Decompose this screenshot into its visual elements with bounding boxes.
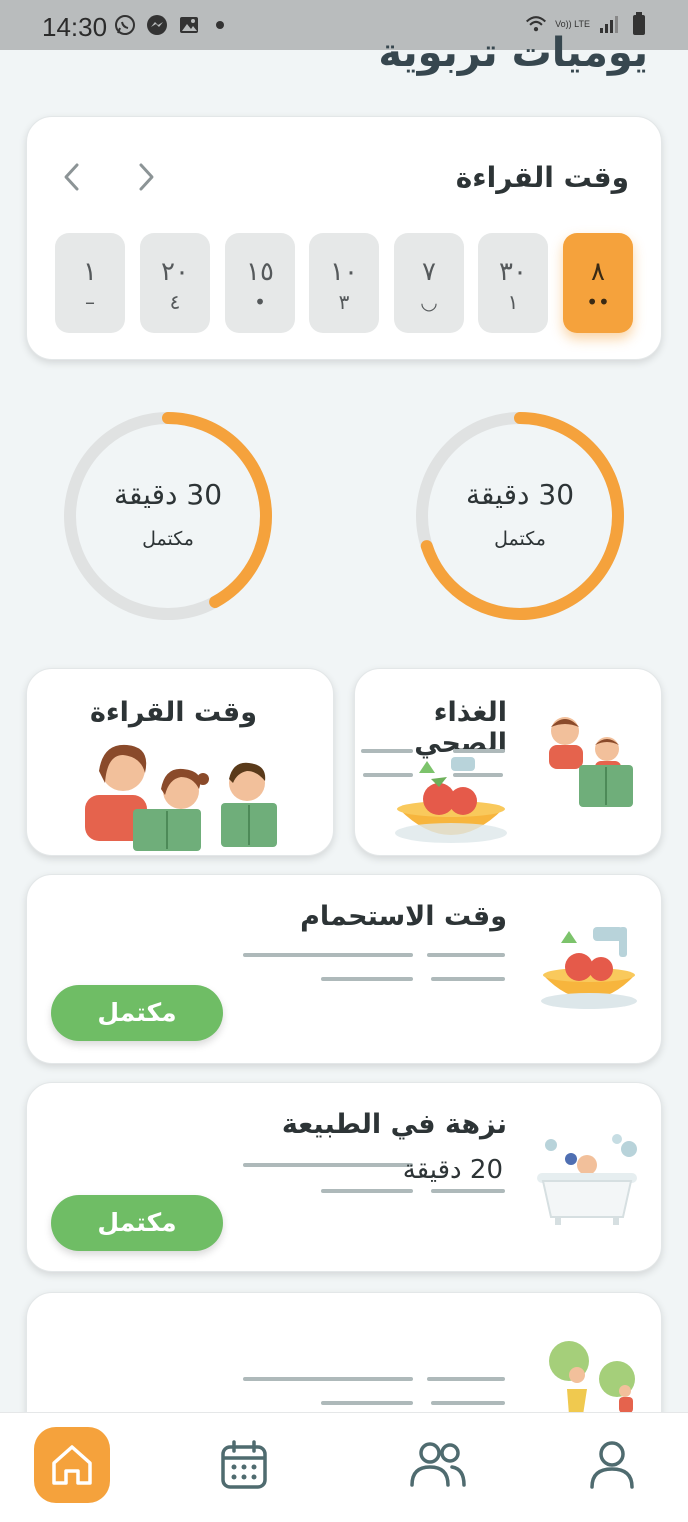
complete-button[interactable]: مكتمل [51, 985, 223, 1041]
day-chip-active[interactable]: ٨ •• [563, 233, 633, 333]
ring-value: 30 دقيقة [113, 478, 223, 511]
day-number: ٣٠ [499, 257, 527, 287]
placeholder-line [431, 1189, 505, 1193]
ring-label: مكتمل [494, 528, 546, 550]
day-number: ٧ [422, 257, 436, 287]
placeholder-line [431, 977, 505, 981]
placeholder-line [243, 1377, 413, 1381]
day-mark: ٤ [169, 290, 181, 314]
home-icon [52, 1445, 92, 1485]
nav-calendar[interactable] [206, 1427, 282, 1503]
ring-value: 30 دقيقة [465, 478, 575, 511]
complete-button[interactable]: مكتمل [51, 1195, 223, 1251]
profile-icon [590, 1441, 634, 1489]
chevron-right-icon[interactable] [131, 159, 161, 195]
progress-ring-right: 30 دقيقة مكتمل [412, 408, 628, 624]
day-number: ٢٠ [161, 257, 189, 287]
ring-label: مكتمل [142, 528, 194, 550]
day-mark: ◡ [420, 290, 438, 314]
status-time: 14:30 [42, 12, 108, 42]
bottom-navigation [0, 1412, 688, 1522]
placeholder-line [431, 1401, 505, 1405]
messenger-icon [146, 14, 168, 36]
calendar-icon [221, 1440, 267, 1489]
day-mark: – [85, 290, 95, 314]
park-walk-illustration [549, 1341, 635, 1415]
bathtub-icon [537, 1134, 637, 1225]
day-mark: •• [586, 290, 610, 314]
placeholder-line [243, 1163, 413, 1167]
bath-time-card[interactable]: وقت الاستحمام مكتمل [26, 874, 662, 1064]
family-reading-illustration [85, 744, 277, 851]
day-number: ١ [83, 257, 97, 287]
placeholder-line [321, 977, 413, 981]
reading-time-card-small[interactable]: وقت القراءة [26, 668, 334, 856]
day-number: ١٠ [330, 257, 358, 287]
activity-duration: 20 دقيقة [402, 1155, 503, 1185]
volte-indicator: Vo)) LTE [555, 18, 590, 29]
activity-title: نزهة في الطبيعة [281, 1109, 507, 1140]
day-chip[interactable]: ١٥ • [225, 233, 295, 333]
fruit-bowl-icon [541, 927, 637, 1009]
placeholder-line [321, 1401, 413, 1405]
day-selector: ٨ •• ٣٠ ١ ٧ ◡ ١٠ ٣ ١٥ • ٢٠ ٤ ١ – [55, 233, 635, 333]
day-chip[interactable]: ١٠ ٣ [309, 233, 379, 333]
progress-ring-left: 30 دقيقة مكتمل [60, 408, 276, 624]
gallery-icon [178, 14, 200, 36]
kids-reading-illustration [549, 717, 633, 807]
nav-profile[interactable] [574, 1427, 650, 1503]
activity-title: وقت الاستحمام [300, 901, 507, 932]
day-number: ١٥ [246, 257, 274, 287]
nav-home[interactable] [34, 1427, 110, 1503]
day-chip[interactable]: ٢٠ ٤ [140, 233, 210, 333]
chevron-left-icon[interactable] [57, 159, 87, 195]
reading-card-title: وقت القراءة [455, 161, 629, 194]
day-mark: ١ [507, 290, 519, 314]
fruit-bowl-illustration [395, 757, 507, 843]
card-title: وقت القراءة [89, 697, 257, 728]
day-chip[interactable]: ٣٠ ١ [478, 233, 548, 333]
nature-walk-card[interactable]: نزهة في الطبيعة 20 دقيقة مكتمل [26, 1082, 662, 1272]
placeholder-line [427, 953, 505, 957]
day-mark: • [254, 290, 266, 314]
users-icon [410, 1442, 466, 1487]
day-mark: ٣ [338, 290, 350, 314]
notification-dot-icon [216, 21, 224, 29]
whatsapp-icon [114, 14, 136, 36]
page-title: يوميات تربوية [378, 30, 648, 76]
day-chip[interactable]: ١ – [55, 233, 125, 333]
placeholder-line [243, 953, 413, 957]
healthy-food-card[interactable]: الغذاء الصحي [354, 668, 662, 856]
reading-time-card: وقت القراءة ٨ •• ٣٠ ١ ٧ ◡ ١٠ ٣ ١٥ • ٢٠ ٤… [26, 116, 662, 360]
placeholder-line [321, 1189, 413, 1193]
nav-family[interactable] [400, 1427, 476, 1503]
day-number: ٨ [591, 257, 605, 287]
day-chip[interactable]: ٧ ◡ [394, 233, 464, 333]
placeholder-line [427, 1377, 505, 1381]
